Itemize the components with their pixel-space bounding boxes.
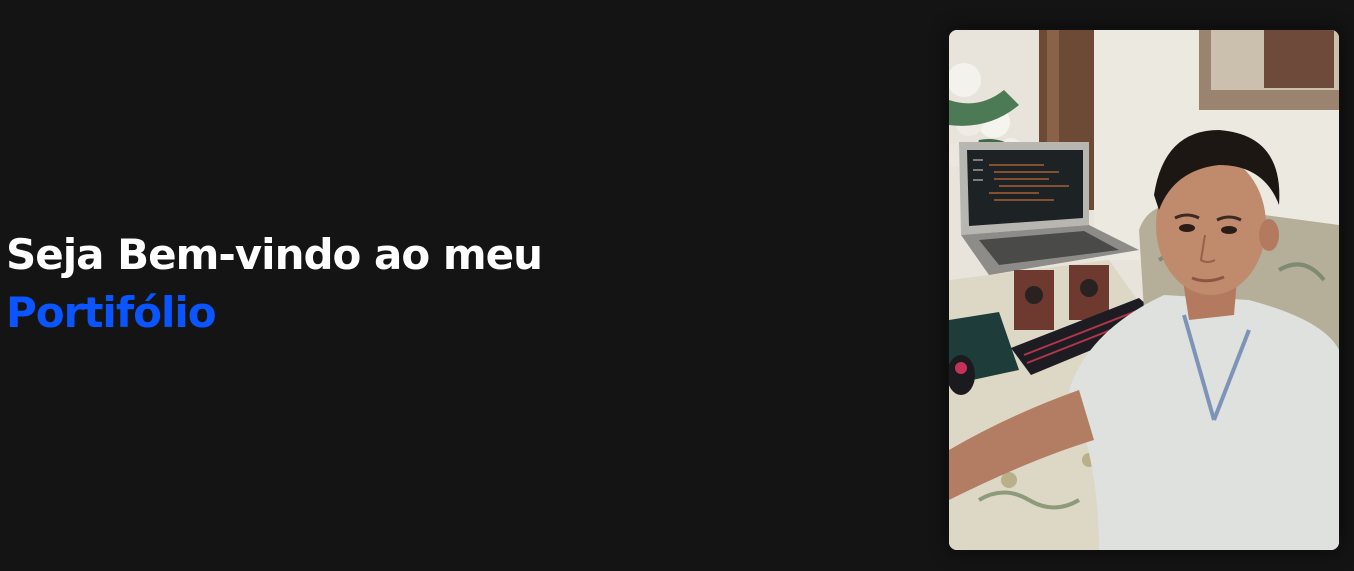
hero-accent-title: Portifólio	[6, 288, 217, 337]
hero-section: Seja Bem-vindo ao meu Portifólio	[0, 0, 1354, 571]
hero-text-block: Seja Bem-vindo ao meu Portifólio	[6, 226, 543, 342]
hero-title: Seja Bem-vindo ao meu	[6, 230, 543, 279]
profile-photo	[949, 30, 1339, 550]
